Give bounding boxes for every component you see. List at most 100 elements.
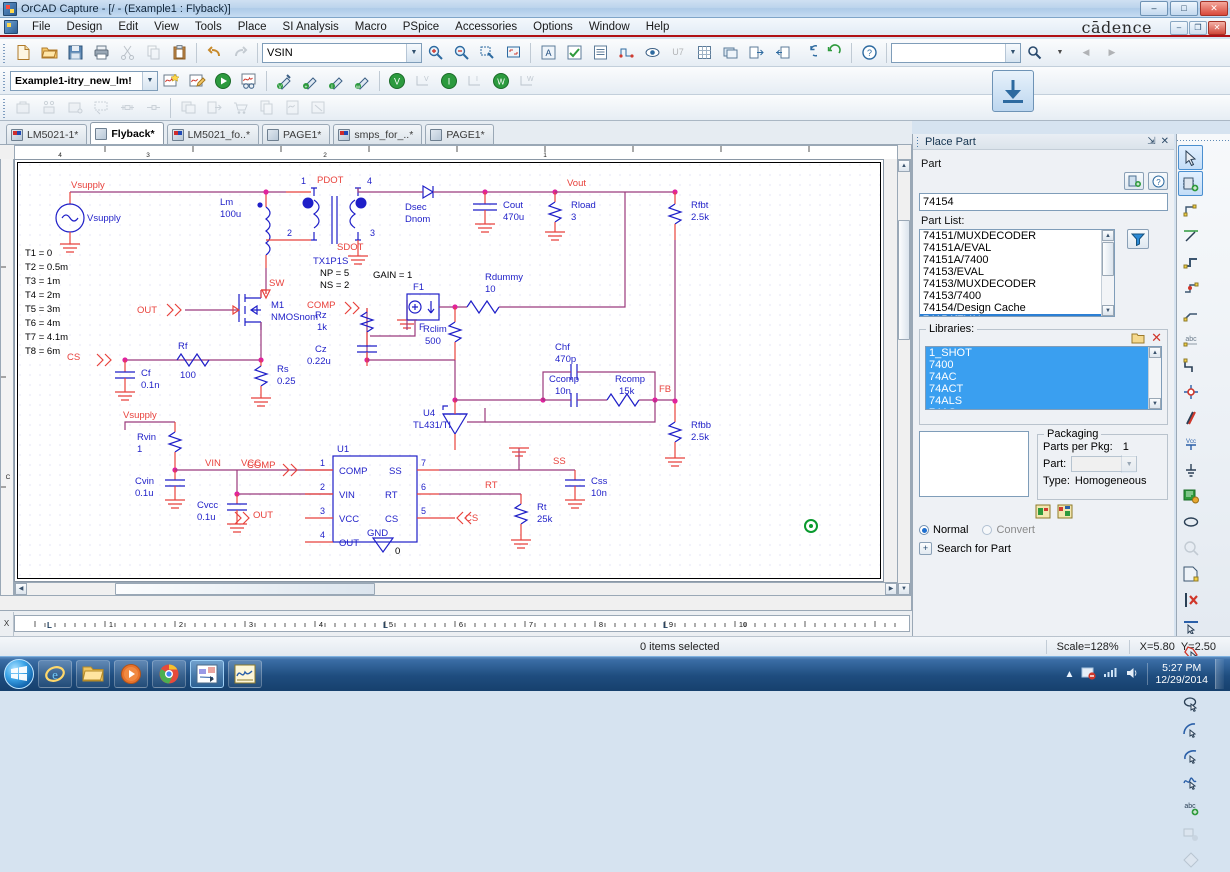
menu-options[interactable]: Options (525, 20, 581, 34)
edit-simulation-profile-icon[interactable] (185, 69, 209, 92)
part-list-item[interactable]: 74151/MUXDECODER (920, 230, 1114, 242)
media-player-icon[interactable] (114, 660, 148, 688)
help-icon[interactable]: ? (857, 41, 881, 64)
drc-icon[interactable] (562, 41, 586, 64)
internet-explorer-icon[interactable]: e (38, 660, 72, 688)
help-icon[interactable]: ? (1148, 172, 1168, 190)
part-list-item[interactable]: 74153/EVAL (920, 266, 1114, 278)
part-list[interactable]: 74151/MUXDECODER 74151A/EVAL 74151A/7400… (919, 229, 1115, 317)
mdi-restore-button[interactable]: ❐ (1189, 21, 1207, 35)
mdi-close-button[interactable]: ✕ (1208, 21, 1226, 35)
scroll-down-arrow[interactable]: ▼ (1149, 398, 1161, 409)
copy-icon[interactable] (141, 41, 165, 64)
document-tab-page1-a[interactable]: PAGE1* (262, 124, 331, 144)
libraries-list[interactable]: 1_SHOT 7400 74AC 74ACT 74ALS 74AS ▲ ▼ (925, 346, 1162, 410)
orcad-capture-icon[interactable] (190, 660, 224, 688)
place-junction-icon[interactable] (1178, 275, 1203, 300)
canvas-horizontal-scrollbar[interactable]: ◀ ▶ (14, 582, 898, 596)
menu-window[interactable]: Window (581, 20, 638, 34)
scroll-down-arrow[interactable]: ▼ (898, 583, 910, 595)
copy-design-icon[interactable] (254, 96, 278, 119)
draw-elliptical-arc-icon[interactable] (1178, 743, 1203, 768)
canvas-vertical-scrollbar[interactable]: ▲ ▼ (897, 159, 911, 596)
annotate-icon[interactable]: A (536, 41, 560, 64)
document-tab-page1-b[interactable]: PAGE1* (425, 124, 494, 144)
menu-place[interactable]: Place (230, 20, 275, 34)
minimize-button[interactable]: – (1140, 1, 1168, 16)
menu-design[interactable]: Design (59, 20, 111, 34)
pspice-icon[interactable] (228, 660, 262, 688)
open-icon[interactable] (37, 41, 61, 64)
scroll-down-arrow[interactable]: ▼ (1102, 305, 1114, 316)
toolbar-grip[interactable] (1, 96, 8, 119)
voltage-differential-marker-icon[interactable]: + (298, 69, 322, 92)
new-simulation-profile-icon[interactable] (159, 69, 183, 92)
place-nc-marker-icon[interactable] (1178, 587, 1203, 612)
zoom-fit-icon[interactable] (501, 41, 525, 64)
menu-tools[interactable]: Tools (187, 20, 230, 34)
zoom-in-icon[interactable] (423, 41, 447, 64)
variant-icon[interactable] (37, 96, 61, 119)
export-icon[interactable] (744, 41, 768, 64)
distribute-icon[interactable] (141, 96, 165, 119)
select-horizontal-icon[interactable] (1178, 613, 1203, 638)
print-icon[interactable] (89, 41, 113, 64)
add-pin-icon[interactable] (1178, 821, 1203, 846)
part-u7-icon[interactable]: U7 (666, 41, 690, 64)
part-list-item[interactable]: 74154/Design Cache (920, 302, 1114, 314)
new-icon[interactable] (11, 41, 35, 64)
place-hierarchical-block-icon[interactable] (1178, 483, 1203, 508)
part-select-combo[interactable]: ▼ (1071, 455, 1138, 473)
add-library-folder-icon[interactable] (1131, 331, 1145, 344)
place-net-alias-icon[interactable] (1178, 223, 1203, 248)
menu-edit[interactable]: Edit (110, 20, 146, 34)
select-tool-icon[interactable] (1178, 145, 1203, 170)
vertical-scroll-thumb[interactable] (898, 220, 910, 340)
place-bus-entry-icon[interactable] (1178, 301, 1203, 326)
windows-start-icon[interactable] (4, 659, 34, 689)
waveform-icon[interactable] (280, 96, 304, 119)
tray-notification-icon[interactable] (1081, 665, 1097, 683)
add-library-icon[interactable] (1124, 172, 1144, 190)
pin-icon[interactable]: ⇲ (1147, 136, 1155, 147)
part-list-item[interactable]: 74153/7400 (920, 290, 1114, 302)
menu-si-analysis[interactable]: SI Analysis (275, 20, 347, 34)
run-simulation-icon[interactable] (211, 69, 235, 92)
library-item[interactable]: 74ALS (926, 395, 1161, 407)
part-list-item[interactable]: 74151A/7400 (920, 254, 1114, 266)
menu-help[interactable]: Help (638, 20, 678, 34)
normal-radio[interactable] (919, 525, 929, 535)
horizontal-scroll-thumb[interactable] (115, 583, 375, 595)
document-tab-flyback[interactable]: Flyback* (90, 122, 164, 144)
toolbar-grip[interactable] (1, 69, 8, 92)
chevron-down-icon[interactable]: ▼ (1121, 455, 1137, 473)
next-match-icon[interactable]: ▶ (1100, 41, 1124, 64)
find-options-icon[interactable]: ▼ (1048, 41, 1072, 64)
cut-icon[interactable] (115, 41, 139, 64)
library-item[interactable]: 74ACT (926, 383, 1161, 395)
file-explorer-icon[interactable] (76, 660, 110, 688)
place-no-connect-icon[interactable] (1178, 535, 1203, 560)
menu-accessories[interactable]: Accessories (447, 20, 525, 34)
undo-icon[interactable] (202, 41, 226, 64)
scroll-up-arrow[interactable]: ▲ (1149, 347, 1161, 358)
document-tab-lm5021-fo[interactable]: LM5021_fo..* (166, 124, 260, 144)
place-port-icon[interactable] (1178, 353, 1203, 378)
notes-icon[interactable] (306, 96, 330, 119)
menu-view[interactable]: View (146, 20, 187, 34)
schematic-drawing-surface[interactable]: Vsupply Vsupply T1 = 0 T2 = 0.5m T3 = 1m… (14, 159, 884, 582)
taskbar-clock[interactable]: 5:27 PM 12/29/2014 (1155, 662, 1208, 686)
place-part-combo[interactable]: VSIN ▼ (262, 42, 422, 63)
chevron-down-icon[interactable]: ▼ (406, 43, 421, 62)
crossprobe-icon[interactable] (640, 41, 664, 64)
view-simulation-results-icon[interactable] (237, 69, 261, 92)
document-tab-lm5021-1[interactable]: LM5021-1* (6, 124, 88, 144)
part-list-scrollbar[interactable]: ▲ ▼ (1101, 230, 1114, 316)
part-list-item[interactable]: 74153/MUXDECODER (920, 278, 1114, 290)
back-annotate-icon[interactable] (796, 41, 820, 64)
chevron-down-icon[interactable]: ▼ (142, 71, 157, 90)
tray-network-icon[interactable] (1103, 665, 1118, 683)
download-icon[interactable] (992, 70, 1034, 112)
place-text-icon[interactable]: abc (1178, 327, 1203, 352)
part-list-scroll-thumb[interactable] (1102, 242, 1114, 276)
